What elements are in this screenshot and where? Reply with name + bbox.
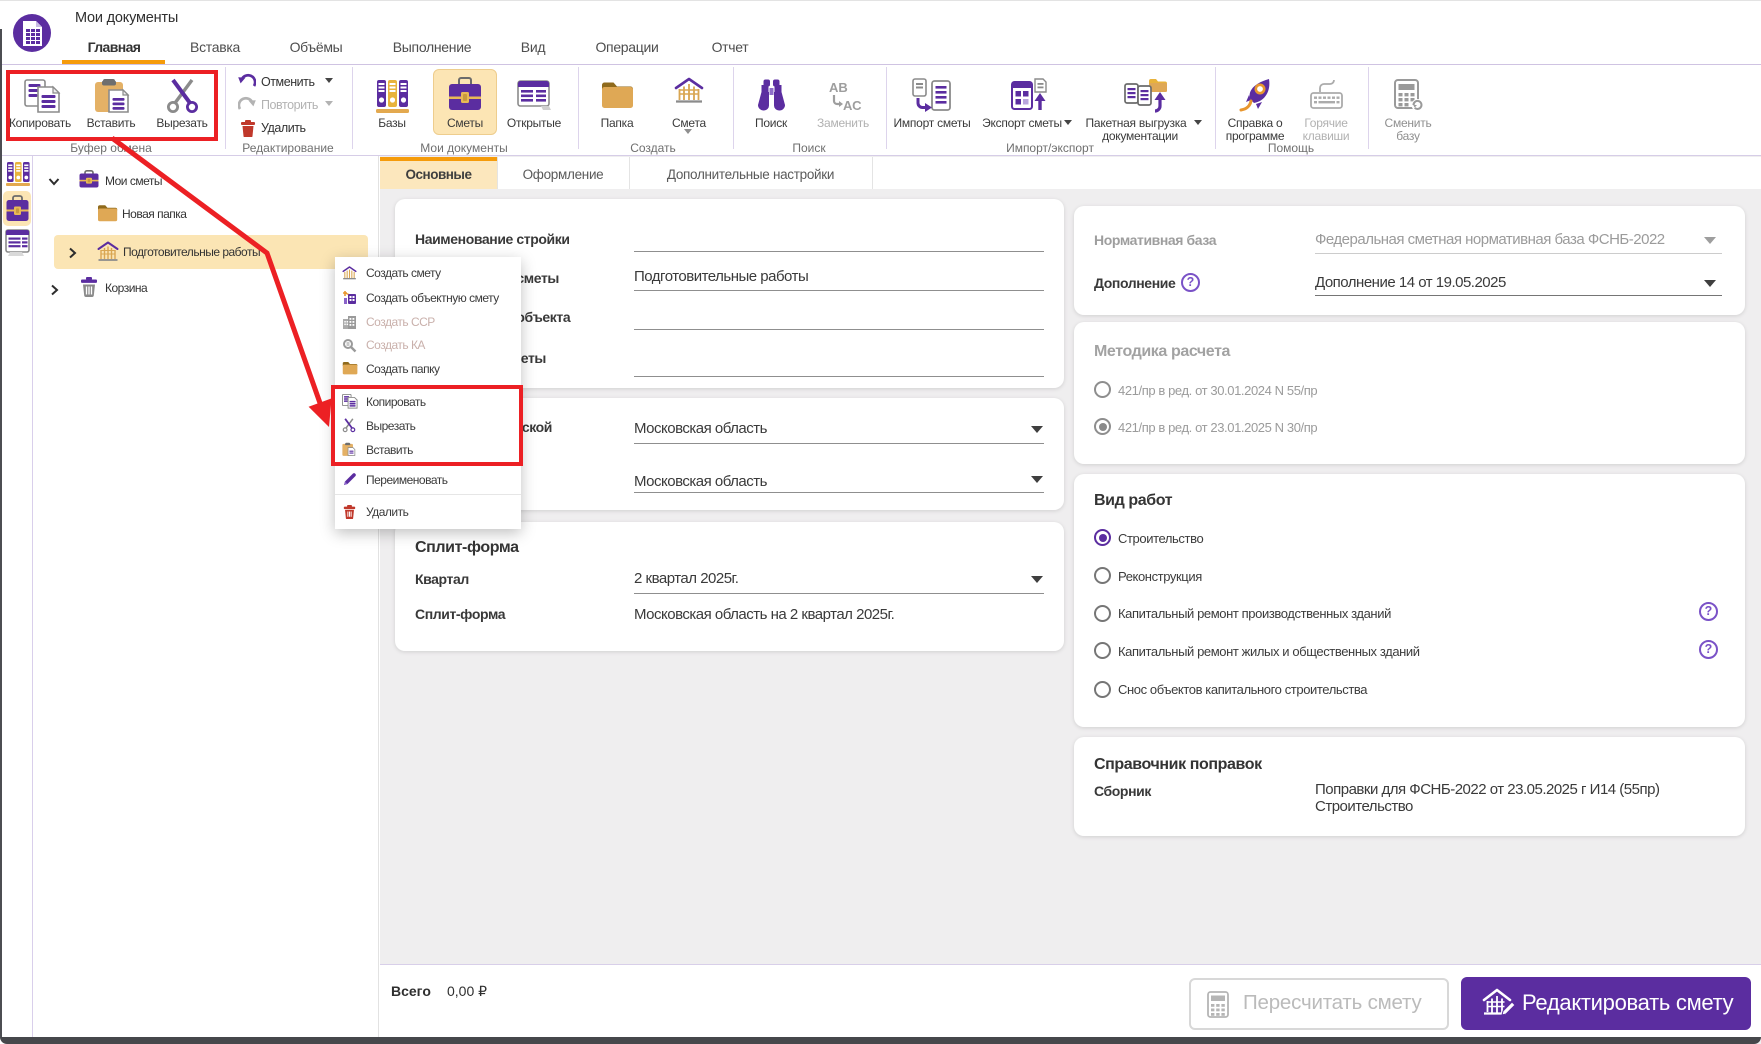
svg-text:АС: АС [843, 98, 862, 113]
svg-text:АВ: АВ [829, 80, 848, 95]
